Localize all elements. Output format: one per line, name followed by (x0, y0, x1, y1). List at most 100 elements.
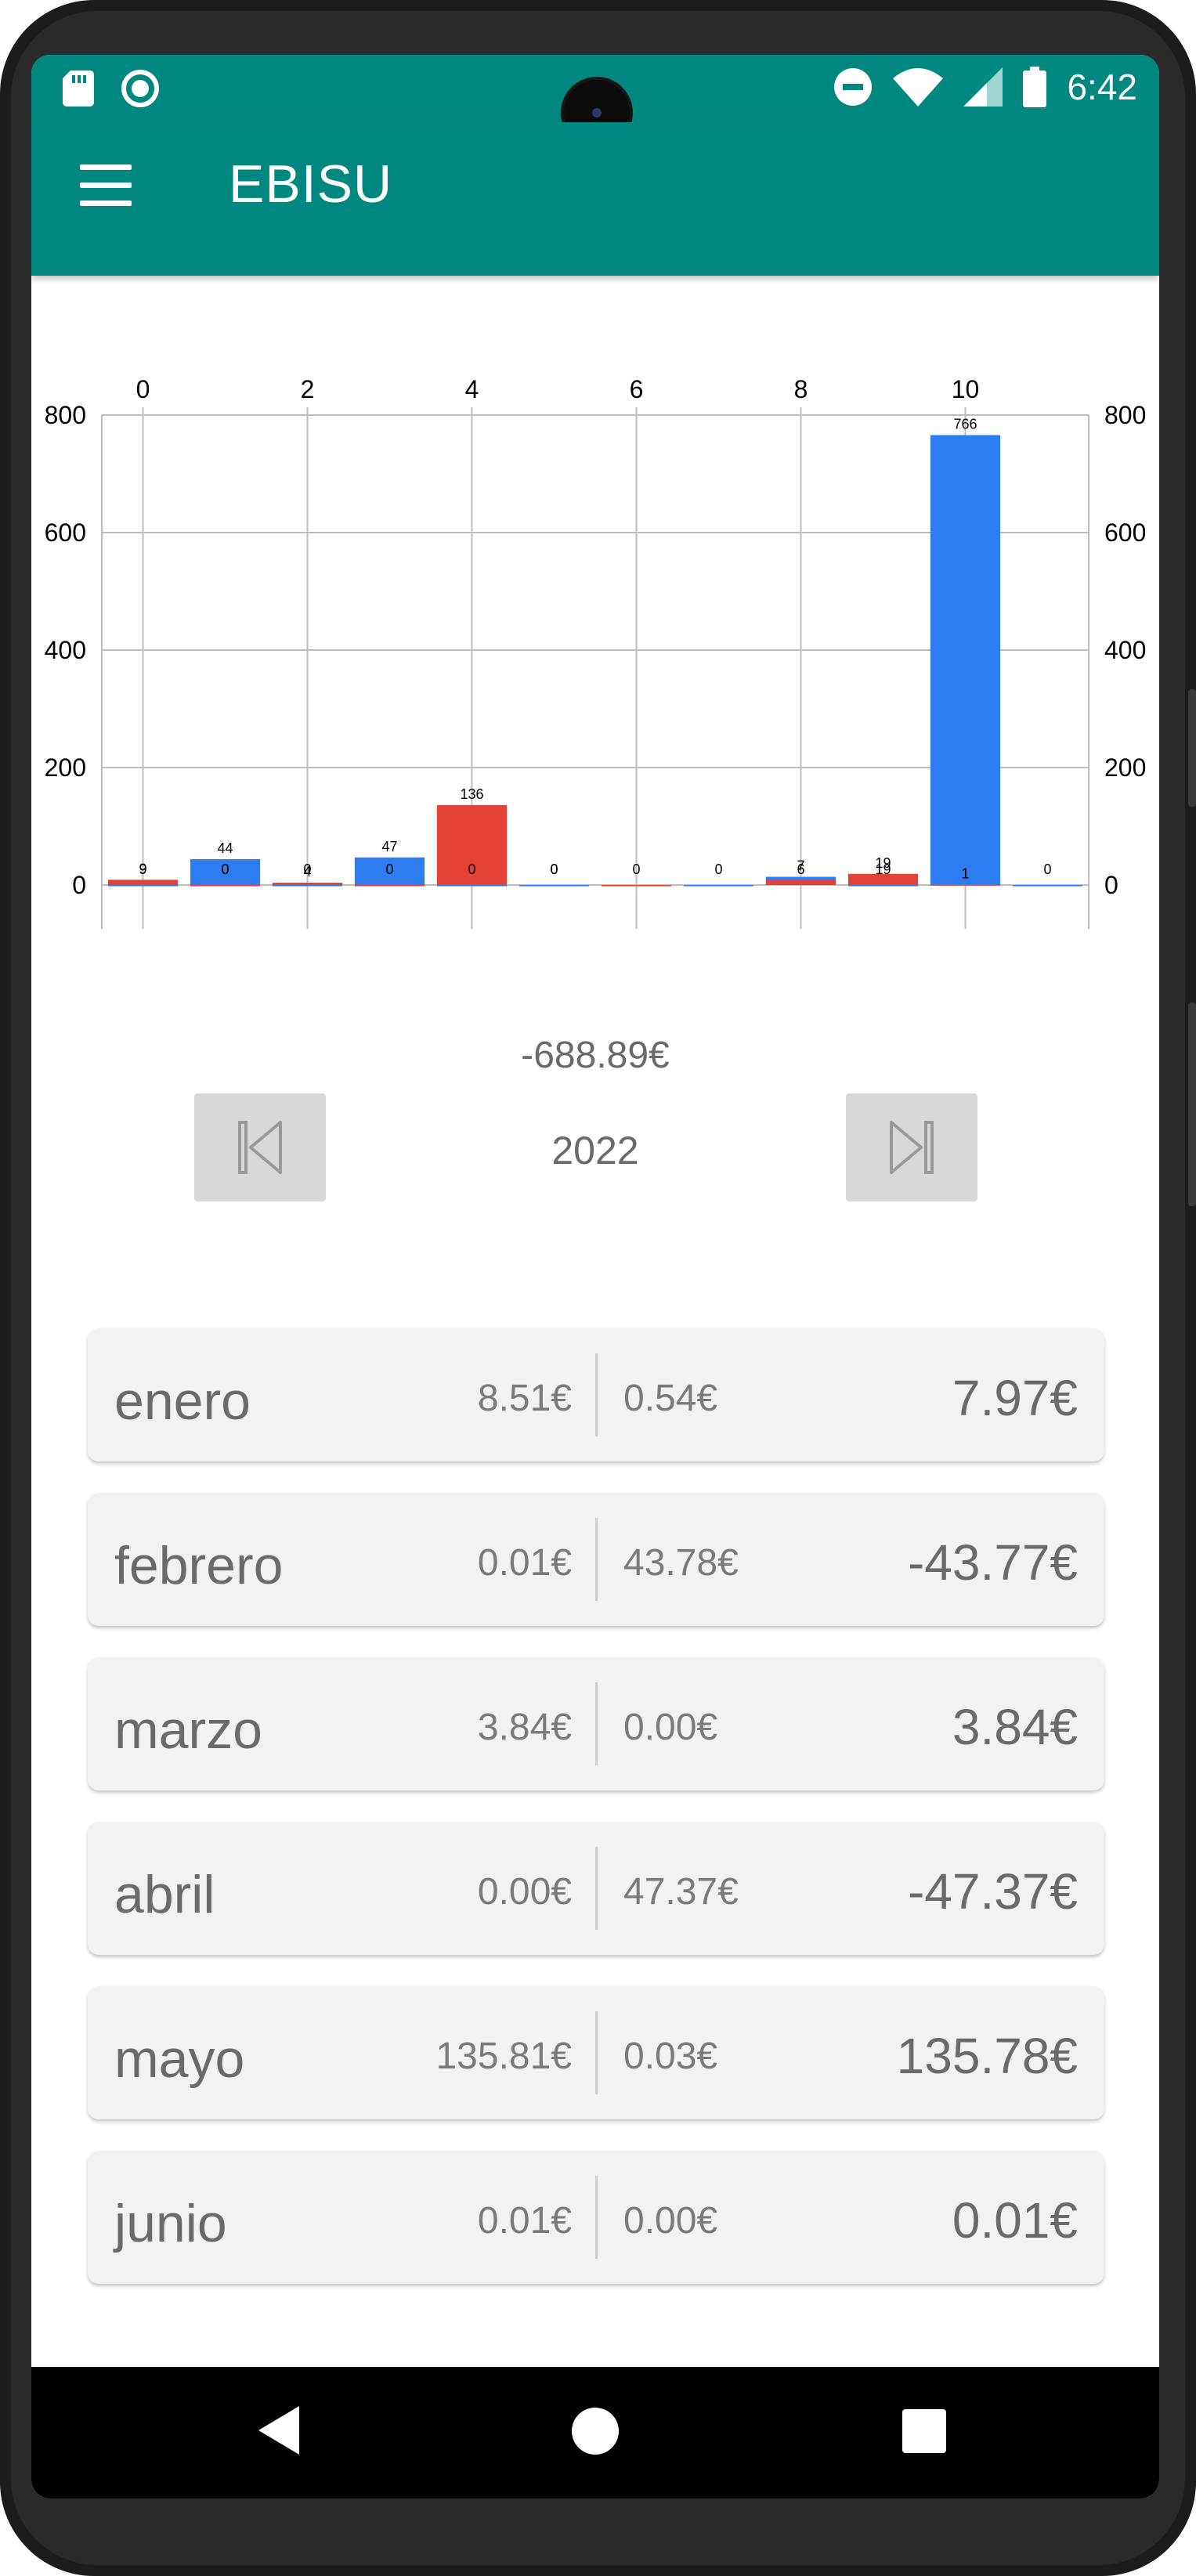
y-tick-label-right: 600 (1104, 518, 1146, 547)
menu-icon-line (80, 201, 132, 206)
month-name: junio (114, 2194, 227, 2253)
month-card-enero[interactable]: enero 8.51€ 0.54€ 7.97€ (88, 1328, 1104, 1461)
power-button (1188, 1003, 1196, 1206)
status-bar: 6:42 (31, 55, 1159, 146)
y-tick-label-right: 400 (1104, 636, 1146, 664)
total-balance: -688.89€ (521, 1035, 670, 1076)
month-divider (595, 1682, 598, 1765)
month-income: 0.01€ (477, 2200, 572, 2242)
bar-value-label: 9 (139, 862, 146, 877)
chart-bar (519, 885, 590, 887)
month-name: abril (114, 1865, 215, 1924)
month-expense: 0.03€ (623, 2036, 718, 2077)
radio-icon (121, 70, 159, 107)
x-tick-label: 8 (794, 375, 808, 403)
month-balance: 7.97€ (952, 1370, 1078, 1426)
x-tick-label: 4 (465, 375, 479, 403)
status-left (63, 69, 160, 108)
status-right: 6:42 (833, 66, 1137, 108)
y-tick-label-left: 600 (45, 518, 86, 547)
chart-bar (765, 880, 836, 885)
sd-card-icon (63, 70, 94, 107)
x-tick-label: 2 (301, 375, 315, 403)
month-divider (595, 1518, 598, 1601)
signal-icon (963, 67, 1003, 107)
chart-bar (272, 883, 343, 885)
x-tick-label: 10 (952, 375, 980, 403)
chart-bar (107, 880, 179, 885)
month-name: enero (114, 1371, 251, 1431)
month-card-febrero[interactable]: febrero 0.01€ 43.78€ -43.77€ (88, 1493, 1104, 1626)
y-tick-label-left: 400 (45, 636, 86, 664)
chart-bar (683, 885, 754, 887)
y-tick-label-left: 200 (45, 753, 86, 782)
bar-value-label: 0 (385, 862, 393, 877)
chart-bar (847, 885, 919, 887)
chart-bar (436, 885, 508, 887)
chart-bar (190, 885, 261, 887)
chart-svg: 0 0200 200400 400600 600800 8000 2 4 6 8 1099440 40… (45, 375, 1146, 929)
month-card-junio[interactable]: junio 0.01€ 0.00€ 0.01€ (88, 2151, 1104, 2284)
y-tick-label-right: 0 (1104, 871, 1118, 899)
bar-value-label: 0 (632, 862, 640, 877)
month-balance: -43.77€ (907, 1534, 1078, 1591)
bar-value-label: 19 (875, 862, 891, 877)
bar-value-label: 0 (714, 862, 722, 877)
month-income: 0.01€ (477, 1542, 572, 1584)
month-card-mayo[interactable]: mayo 135.81€ 0.03€ 135.78€ (88, 1986, 1104, 2119)
chart-bar (1012, 885, 1083, 887)
month-card-abril[interactable]: abril 0.00€ 47.37€ -47.37€ (88, 1822, 1104, 1955)
month-divider (595, 1847, 598, 1930)
month-income: 3.84€ (477, 1707, 572, 1748)
month-income: 135.81€ (435, 2036, 572, 2077)
status-time: 6:42 (1067, 67, 1137, 107)
month-income: 0.00€ (477, 1871, 572, 1913)
dnd-icon (834, 68, 873, 106)
bar-value-label: 47 (381, 839, 397, 854)
y-tick-label-right: 200 (1104, 753, 1146, 782)
back-icon[interactable] (258, 2406, 299, 2455)
bar-chart: 0 0 200 200 400 400 600 600 800 800 0 2 4 6 8 10 9 9 44 0 4 0… (31, 368, 1159, 995)
chart-bar (930, 884, 1001, 886)
bar-value-label: 0 (468, 862, 475, 877)
month-balance: 135.78€ (896, 2028, 1078, 2084)
month-balance: 0.01€ (952, 2192, 1078, 2249)
bar-value-label: 0 (1043, 862, 1051, 877)
month-divider (595, 1353, 598, 1436)
menu-icon-line (80, 182, 132, 188)
bar-value-label: 136 (460, 786, 483, 802)
y-tick-label-left: 800 (45, 401, 86, 429)
y-tick-label-right: 800 (1104, 401, 1146, 429)
month-expense: 0.00€ (623, 2200, 718, 2242)
y-tick-label-left: 0 (72, 871, 86, 899)
app-bar (31, 122, 1159, 276)
chart-bar (930, 435, 1001, 885)
month-income: 8.51€ (477, 1378, 572, 1419)
month-balance: 3.84€ (952, 1699, 1078, 1755)
next-year-button[interactable] (846, 1093, 977, 1201)
chart-bar (354, 885, 425, 887)
screen: 6:42 EBISU 0 0 200 200 400 400 600 600 800 800 0 2 4… (31, 55, 1159, 2498)
menu-icon[interactable] (80, 164, 132, 208)
wifi-icon (893, 68, 944, 107)
bar-value-label: 0 (303, 862, 311, 877)
bar-value-label: 0 (550, 862, 558, 877)
month-name: mayo (114, 2029, 245, 2089)
x-tick-label: 0 (136, 375, 150, 403)
month-expense: 47.37€ (623, 1871, 739, 1913)
app-title: EBISU (229, 154, 393, 214)
month-name: febrero (114, 1536, 284, 1595)
bar-value-label: 766 (953, 417, 977, 432)
chart-bar (107, 885, 179, 887)
x-tick-label: 6 (630, 375, 644, 403)
month-divider (595, 2011, 598, 2094)
recents-icon[interactable] (902, 2409, 946, 2453)
home-icon[interactable] (572, 2408, 619, 2455)
month-expense: 0.00€ (623, 1707, 718, 1748)
system-nav-bar (31, 2367, 1159, 2498)
month-card-marzo[interactable]: marzo 3.84€ 0.00€ 3.84€ (88, 1657, 1104, 1790)
volume-button (1188, 689, 1196, 807)
year-label: 2022 (551, 1129, 639, 1172)
bar-value-label: 0 (221, 862, 229, 877)
month-name: marzo (114, 1700, 262, 1760)
